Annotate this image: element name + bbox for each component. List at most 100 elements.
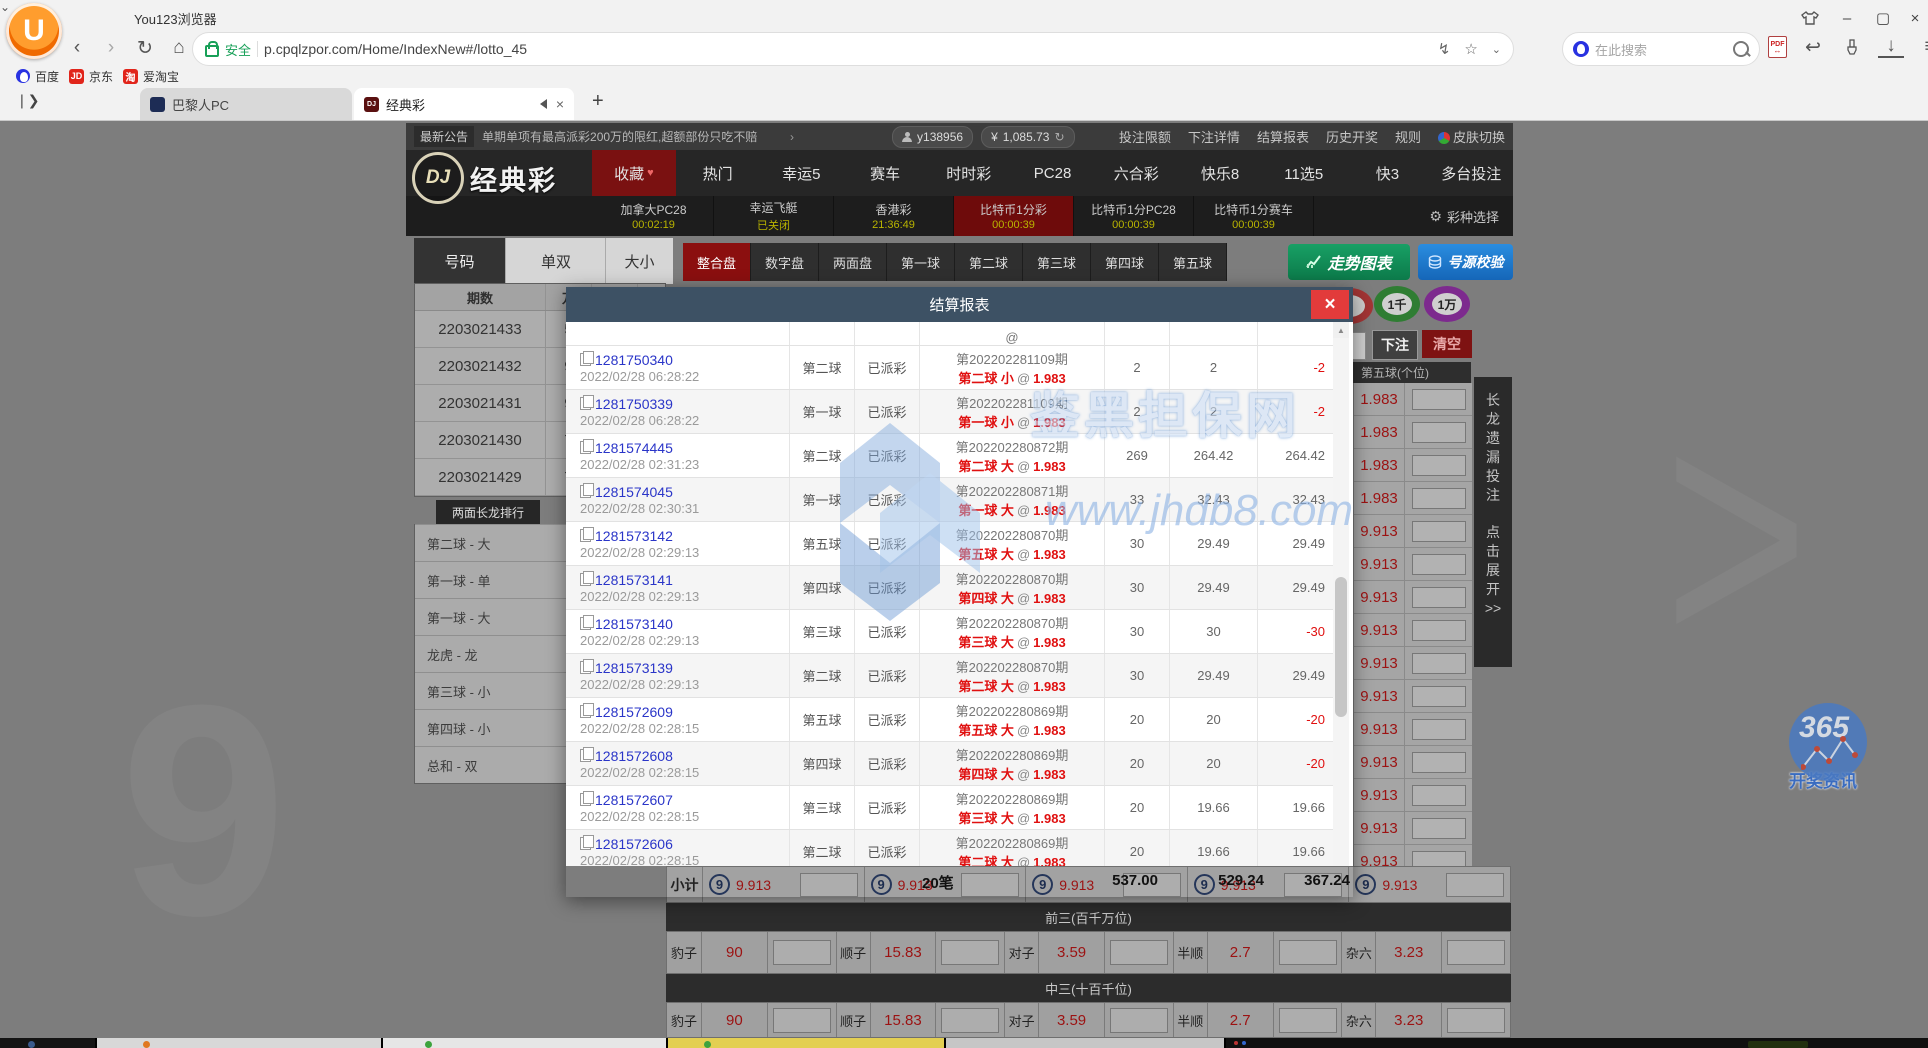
pdf-tool-icon[interactable]: PDF↔ <box>1768 36 1787 58</box>
trend-chart-button[interactable]: 走势图表 <box>1288 244 1410 280</box>
refresh-icon[interactable]: ↻ <box>132 35 158 61</box>
bet-input[interactable] <box>1412 389 1466 410</box>
order-id-link[interactable]: 1281572609 <box>595 704 673 720</box>
nav-item-11选5[interactable]: 11选5 <box>1262 150 1346 196</box>
bet-input[interactable] <box>1412 554 1466 575</box>
chip-1k-icon[interactable]: 1千 <box>1374 286 1420 322</box>
modal-scrollbar[interactable]: ▲ ▼ <box>1333 322 1349 866</box>
bet-input[interactable] <box>1412 653 1466 674</box>
nav-item-快3[interactable]: 快3 <box>1346 150 1430 196</box>
tab-list-icon[interactable]: ❘❯ <box>16 92 39 109</box>
game-card-比特币1分赛车[interactable]: 比特币1分赛车00:00:39 <box>1194 196 1314 236</box>
order-id-link[interactable]: 1281573142 <box>595 528 673 544</box>
copy-icon[interactable] <box>580 793 591 806</box>
bet-input[interactable] <box>941 1008 999 1033</box>
bet-input[interactable] <box>773 1008 831 1033</box>
bet-input[interactable] <box>1110 1008 1168 1033</box>
bookmark-item[interactable]: 淘爱淘宝 <box>123 68 179 85</box>
play-tab-第二球[interactable]: 第二球 <box>955 243 1023 281</box>
bet-input[interactable] <box>941 940 999 965</box>
nav-item-PC28[interactable]: PC28 <box>1011 150 1095 196</box>
search-icon[interactable] <box>1733 41 1749 57</box>
url-dropdown-icon[interactable]: ⌄ <box>1492 43 1501 56</box>
badge-365[interactable]: 365 开奖资讯 <box>1789 703 1879 792</box>
scroll-thumb[interactable] <box>1335 577 1347 717</box>
modal-close-button[interactable]: × <box>1311 290 1349 319</box>
skin-shirt-icon[interactable] <box>1795 6 1825 30</box>
menu-icon[interactable]: ≡ <box>1917 34 1928 60</box>
copy-icon[interactable] <box>580 485 591 498</box>
toplink-下注详情[interactable]: 下注详情 <box>1188 127 1240 146</box>
clear-bets-button[interactable]: 清空 <box>1422 330 1472 358</box>
order-id-link[interactable]: 1281573141 <box>595 572 673 588</box>
nav-item-热门[interactable]: 热门 <box>676 150 760 196</box>
bookmark-item[interactable]: 百度 <box>16 68 59 85</box>
copy-icon[interactable] <box>580 661 591 674</box>
bet-input[interactable] <box>773 940 831 965</box>
bet-input[interactable] <box>1412 620 1466 641</box>
taskbar-segment[interactable] <box>944 1038 1224 1048</box>
clean-brush-icon[interactable] <box>1839 34 1865 60</box>
tab-classic-lottery[interactable]: DJ 经典彩 × <box>354 88 574 120</box>
bookmark-item[interactable]: JD京东 <box>69 68 113 85</box>
game-card-比特币1分彩[interactable]: 比特币1分彩00:00:39 <box>954 196 1074 236</box>
bet-input[interactable] <box>1110 940 1168 965</box>
tab-audio-icon[interactable] <box>535 99 547 109</box>
bet-input[interactable] <box>1412 422 1466 443</box>
play-tab-数字盘[interactable]: 数字盘 <box>751 243 819 281</box>
bet-input[interactable] <box>1412 752 1466 773</box>
taskbar-segment[interactable] <box>95 1038 381 1048</box>
taskbar-segment[interactable] <box>1224 1038 1928 1048</box>
game-card-加拿大PC28[interactable]: 加拿大PC2800:02:19 <box>594 196 714 236</box>
user-pill[interactable]: y138956 <box>892 126 973 148</box>
nav-item-幸运5[interactable]: 幸运5 <box>759 150 843 196</box>
nav-item-快乐8[interactable]: 快乐8 <box>1178 150 1262 196</box>
order-id-link[interactable]: 1281574445 <box>595 440 673 456</box>
bet-input[interactable] <box>1446 873 1504 897</box>
url-bar[interactable]: 安全 p.cpqlzpor.com/Home/IndexNew#/lotto_4… <box>192 32 1514 66</box>
toplink-皮肤切换[interactable]: 皮肤切换 <box>1438 127 1505 146</box>
bookmarks-collapse-icon[interactable]: ⌄ <box>0 0 1928 14</box>
game-card-幸运飞艇[interactable]: 幸运飞艇已关闭 <box>714 196 834 236</box>
bet-input[interactable] <box>1412 785 1466 806</box>
copy-icon[interactable] <box>580 573 591 586</box>
play-tab-整合盘[interactable]: 整合盘 <box>683 243 751 281</box>
home-icon[interactable]: ⌂ <box>166 35 192 61</box>
place-bet-button[interactable]: 下注 <box>1372 330 1418 360</box>
toplink-结算报表[interactable]: 结算报表 <box>1257 127 1309 146</box>
play-tab-第一球[interactable]: 第一球 <box>887 243 955 281</box>
game-card-比特币1分PC28[interactable]: 比特币1分PC2800:00:39 <box>1074 196 1194 236</box>
copy-icon[interactable] <box>580 441 591 454</box>
order-id-link[interactable]: 1281572608 <box>595 748 673 764</box>
browser-logo-icon[interactable]: U <box>6 3 62 59</box>
copy-icon[interactable] <box>580 749 591 762</box>
chip-10k-icon[interactable]: 1万 <box>1424 286 1470 322</box>
bet-input[interactable] <box>1412 521 1466 542</box>
search-input[interactable]: 在此搜索 <box>1595 40 1727 59</box>
undo-icon[interactable]: ↩ <box>1800 34 1826 60</box>
order-id-link[interactable]: 1281573139 <box>595 660 673 676</box>
order-id-link[interactable]: 1281750339 <box>595 396 673 412</box>
order-id-link[interactable]: 1281573140 <box>595 616 673 632</box>
play-tab-第三球[interactable]: 第三球 <box>1023 243 1091 281</box>
lottery-picker[interactable]: ⚙彩种选择 <box>1429 196 1513 236</box>
minimize-button[interactable]: – <box>1832 6 1862 30</box>
order-id-link[interactable]: 1281750340 <box>595 352 673 368</box>
nav-item-时时彩[interactable]: 时时彩 <box>927 150 1011 196</box>
new-tab-button[interactable]: + <box>592 90 604 113</box>
dragon-missing-strip[interactable]: 长龙遗漏投注点击展开>> <box>1474 377 1512 667</box>
download-icon[interactable]: ↓ <box>1878 36 1904 58</box>
url-text[interactable]: p.cpqlzpor.com/Home/IndexNew#/lotto_45 <box>264 41 1432 57</box>
bet-input[interactable] <box>1412 587 1466 608</box>
copy-icon[interactable] <box>580 353 591 366</box>
play-tab-第四球[interactable]: 第四球 <box>1091 243 1159 281</box>
bookmark-star-icon[interactable]: ☆ <box>1464 40 1477 58</box>
toplink-投注限额[interactable]: 投注限额 <box>1119 127 1171 146</box>
bet-input[interactable] <box>1412 818 1466 839</box>
nav-item-六合彩[interactable]: 六合彩 <box>1094 150 1178 196</box>
dragon-rank-tab[interactable]: 两面长龙排行 <box>436 500 540 524</box>
toplink-历史开奖[interactable]: 历史开奖 <box>1326 127 1378 146</box>
game-card-香港彩[interactable]: 香港彩21:36:49 <box>834 196 954 236</box>
bet-input[interactable] <box>1412 719 1466 740</box>
copy-icon[interactable] <box>580 705 591 718</box>
